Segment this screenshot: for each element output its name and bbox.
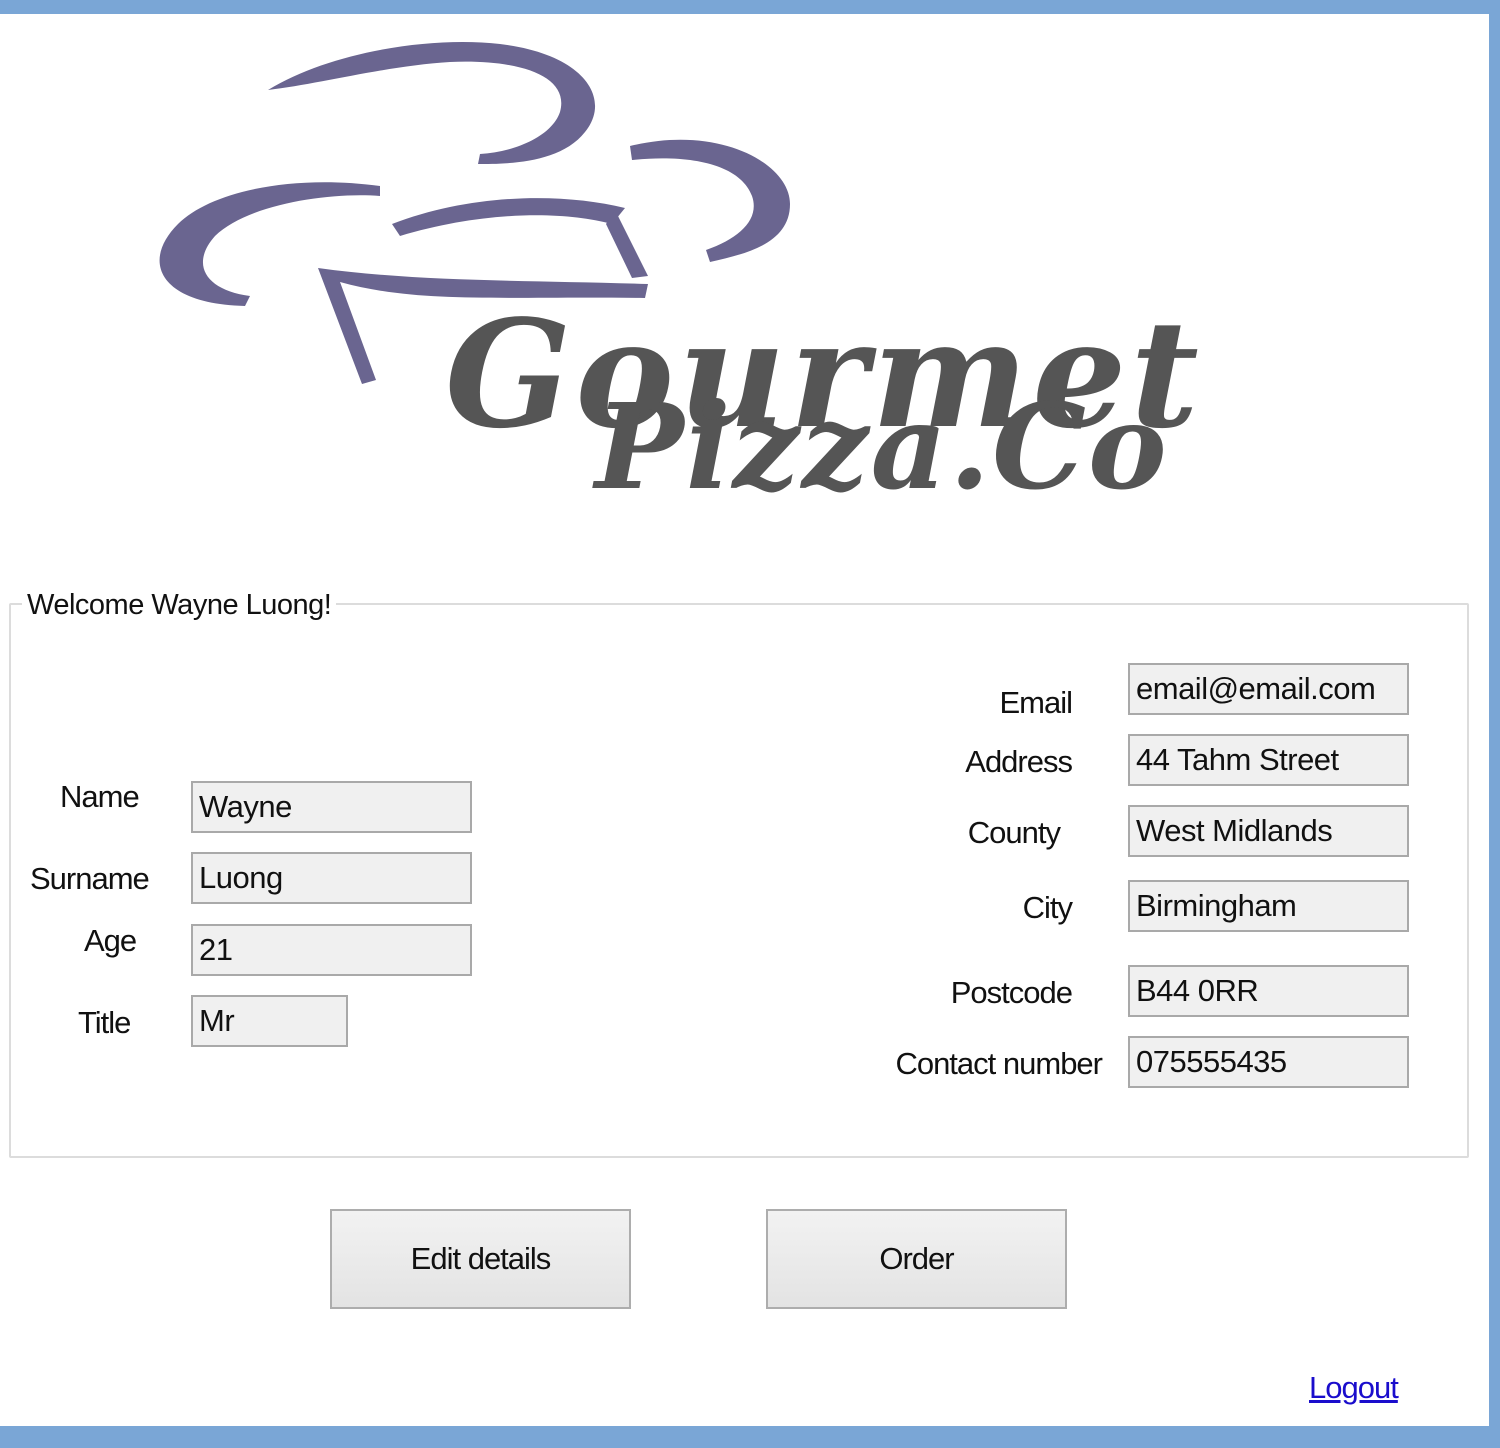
email-label: Email: [999, 685, 1073, 720]
postcode-label: Postcode: [950, 975, 1073, 1010]
chef-hat-icon: Gourmet Pizza.Co: [159, 41, 1199, 514]
surname-field[interactable]: Luong: [191, 852, 472, 904]
gourmet-pizza-logo: Gourmet Pizza.Co: [0, 14, 1489, 514]
city-field[interactable]: Birmingham: [1128, 880, 1409, 932]
contact-number-field[interactable]: 075555435: [1128, 1036, 1409, 1088]
svg-text:Pizza.Co: Pizza.Co: [592, 377, 1169, 514]
name-field[interactable]: Wayne: [191, 781, 472, 833]
email-field[interactable]: email@email.com: [1128, 663, 1409, 715]
logout-link[interactable]: Logout: [1309, 1370, 1399, 1406]
postcode-field[interactable]: B44 0RR: [1128, 965, 1409, 1017]
contact-number-label: Contact number: [895, 1046, 1103, 1081]
surname-label: Surname: [30, 861, 150, 896]
window-frame-right: [1489, 0, 1500, 1448]
title-field[interactable]: Mr: [191, 995, 348, 1047]
age-field[interactable]: 21: [191, 924, 472, 976]
welcome-label: Welcome Wayne Luong!: [22, 589, 337, 621]
address-field[interactable]: 44 Tahm Street: [1128, 734, 1409, 786]
city-label: City: [1022, 890, 1073, 925]
order-button[interactable]: Order: [766, 1209, 1067, 1309]
age-label: Age: [84, 923, 137, 958]
main-window: Gourmet Pizza.Co Welcome Wayne Luong! Na…: [0, 14, 1489, 1426]
address-label: Address: [965, 744, 1073, 779]
county-label: County: [967, 815, 1061, 850]
title-label: Title: [78, 1005, 131, 1040]
name-label: Name: [60, 779, 140, 814]
edit-details-button[interactable]: Edit details: [330, 1209, 631, 1309]
county-field[interactable]: West Midlands: [1128, 805, 1409, 857]
